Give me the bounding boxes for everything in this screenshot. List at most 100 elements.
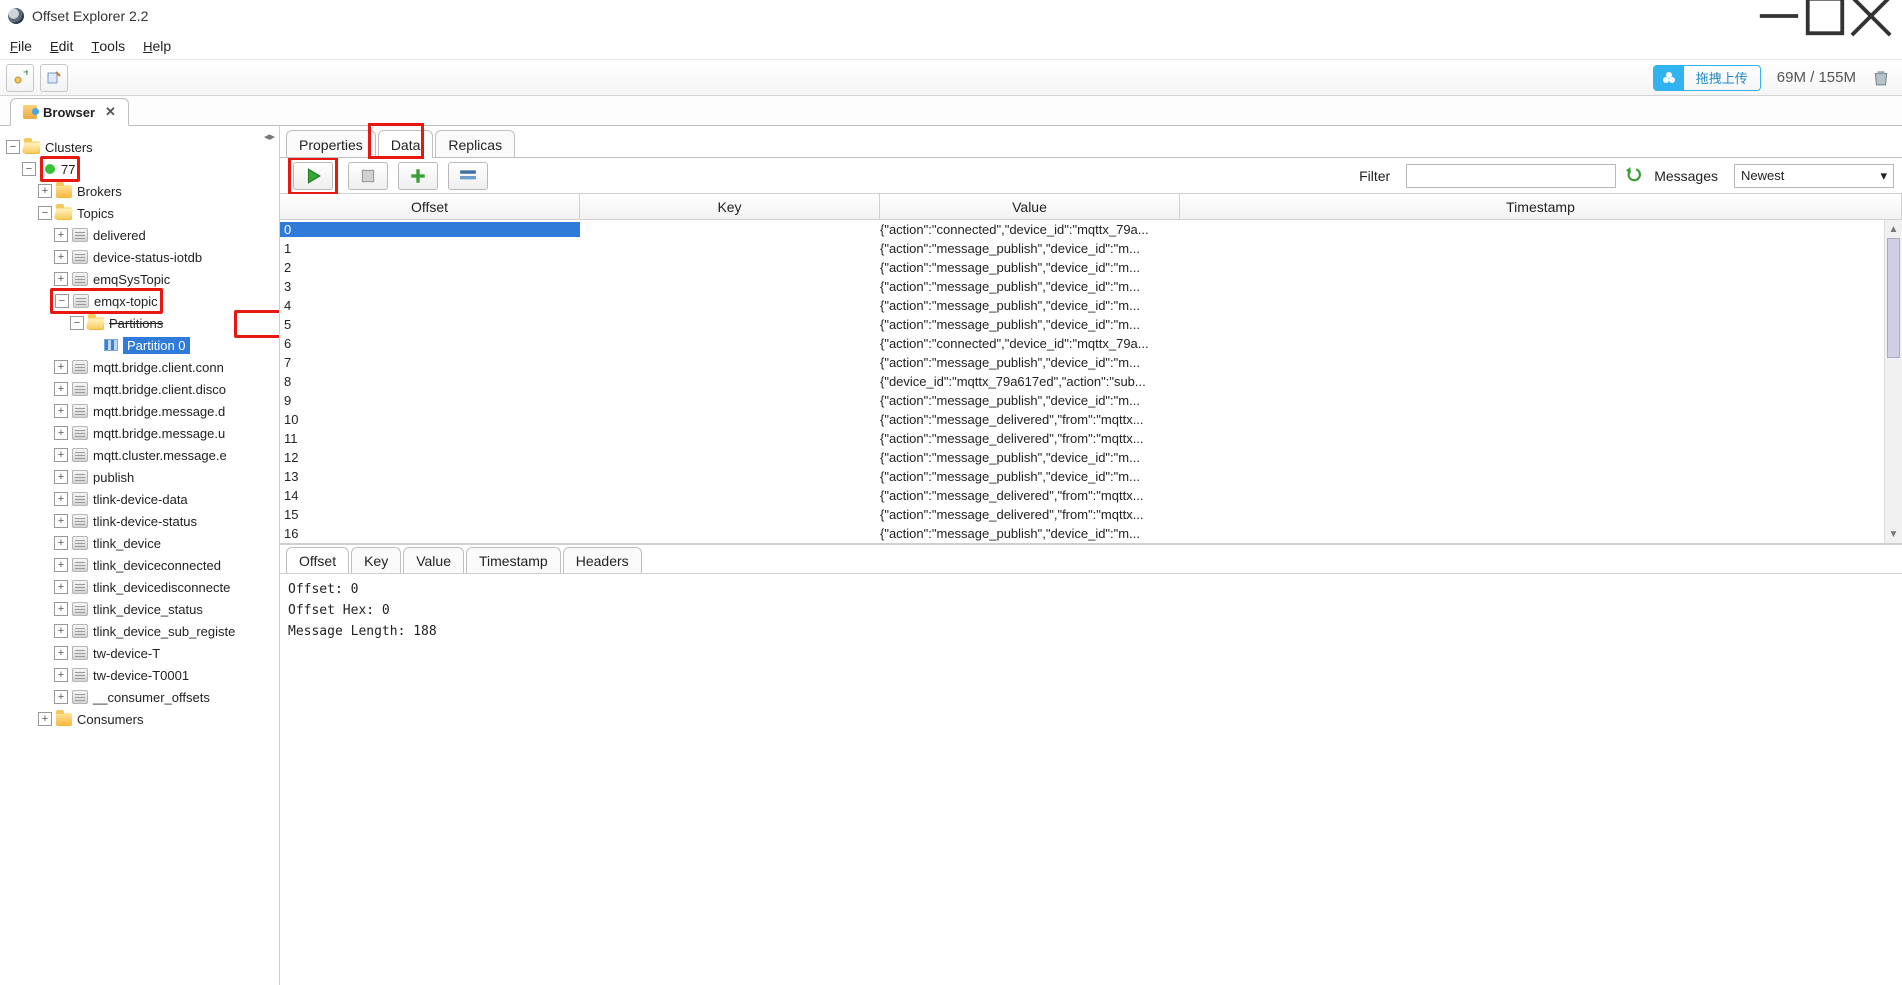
add-cluster-button[interactable]: + [6,64,34,92]
tree-topic[interactable]: +tlink-device-status [54,510,277,532]
close-tab-icon[interactable]: ✕ [105,104,116,120]
upload-button[interactable]: 拖拽上传 [1653,65,1761,91]
menu-help[interactable]: Help [143,38,171,54]
scroll-thumb[interactable] [1887,238,1900,358]
table-row[interactable]: 5{"action":"message_publish","device_id"… [280,315,1902,334]
grid-header: Offset Key Value Timestamp [280,194,1902,220]
menu-edit[interactable]: Edit [50,38,73,54]
table-row[interactable]: 9{"action":"message_publish","device_id"… [280,391,1902,410]
detail-panel: Offset: 0 Offset Hex: 0 Message Length: … [280,574,1902,985]
col-value[interactable]: Value [880,194,1180,219]
scrollbar[interactable]: ▲ ▼ [1884,220,1902,543]
refresh-icon[interactable] [1626,167,1644,185]
table-row[interactable]: 2{"action":"message_publish","device_id"… [280,258,1902,277]
dtab-headers[interactable]: Headers [563,547,642,573]
tree-topic[interactable]: +tlink_device [54,532,277,554]
close-button[interactable] [1848,0,1894,32]
content-tabs: Properties Data Replicas [280,126,1902,158]
run-button[interactable] [293,162,333,190]
maximize-button[interactable] [1802,0,1848,32]
table-row[interactable]: 0{"action":"connected","device_id":"mqtt… [280,220,1902,239]
columns-button[interactable] [448,162,488,190]
tree-topic[interactable]: +delivered [54,224,277,246]
table-row[interactable]: 7{"action":"message_publish","device_id"… [280,353,1902,372]
grid-body[interactable]: 0{"action":"connected","device_id":"mqtt… [280,220,1902,544]
detail-line: Message Length: 188 [288,622,1894,643]
tree-topic[interactable]: +tw-device-T [54,642,277,664]
col-key[interactable]: Key [580,194,880,219]
tree-brokers[interactable]: +Brokers [38,180,277,202]
col-timestamp[interactable]: Timestamp [1180,194,1902,219]
menu-file[interactable]: FFileile [10,38,32,54]
table-row[interactable]: 15{"action":"message_delivered","from":"… [280,505,1902,524]
tree-topic[interactable]: +mqtt.bridge.message.d [54,400,277,422]
tree-topic[interactable]: +tlink_deviceconnected [54,554,277,576]
tree-topic[interactable]: +mqtt.bridge.client.disco [54,378,277,400]
table-row[interactable]: 1{"action":"message_publish","device_id"… [280,239,1902,258]
tab-replicas[interactable]: Replicas [435,130,515,158]
add-button[interactable] [398,162,438,190]
tree-cluster-77[interactable]: −77 [22,158,277,180]
tree-topic[interactable]: +mqtt.bridge.message.u [54,422,277,444]
dtab-value[interactable]: Value [403,547,464,573]
tree-partitions[interactable]: −Partitions [70,312,277,334]
tab-properties[interactable]: Properties [286,130,376,158]
browser-tab-icon [23,105,37,119]
chevron-down-icon: ▾ [1880,168,1887,184]
tree-topic[interactable]: +tlink_device_status [54,598,277,620]
window-title: Offset Explorer 2.2 [32,8,148,24]
tree-topic[interactable]: +tlink_devicedisconnecte [54,576,277,598]
tab-browser[interactable]: Browser ✕ [10,98,129,126]
tree-topic[interactable]: +device-status-iotdb [54,246,277,268]
detail-line: Offset: 0 [288,580,1894,601]
minimize-button[interactable] [1756,0,1802,32]
col-offset[interactable]: Offset [280,194,580,219]
table-row[interactable]: 13{"action":"message_publish","device_id… [280,467,1902,486]
panel-arrows-icon[interactable]: ◂▸ [264,130,275,143]
messages-select[interactable]: Newest▾ [1734,164,1894,188]
tree-panel: ◂▸ −Clusters −77 +Brokers −Topics +deliv… [0,126,280,985]
filter-input[interactable] [1406,164,1616,188]
table-row[interactable]: 6{"action":"connected","device_id":"mqtt… [280,334,1902,353]
menubar: FFileile Edit Tools Help [0,32,1902,60]
scroll-up-icon[interactable]: ▲ [1885,220,1902,238]
table-row[interactable]: 12{"action":"message_publish","device_id… [280,448,1902,467]
tree-topic[interactable]: +publish [54,466,277,488]
stop-button[interactable] [348,162,388,190]
svg-text:+: + [23,70,28,79]
partition-icon [104,339,118,351]
tree-topic[interactable]: +tlink_device_sub_registe [54,620,277,642]
status-dot-icon [45,164,55,174]
dtab-timestamp[interactable]: Timestamp [466,547,561,573]
upload-label: 拖拽上传 [1684,68,1760,87]
edit-button[interactable] [40,64,68,92]
trash-icon[interactable] [1872,69,1890,87]
tree-topic[interactable]: +mqtt.cluster.message.e [54,444,277,466]
table-row[interactable]: 10{"action":"message_delivered","from":"… [280,410,1902,429]
tree-topic[interactable]: +__consumer_offsets [54,686,277,708]
dtab-key[interactable]: Key [351,547,401,573]
tree-topics[interactable]: −Topics [38,202,277,224]
tree-consumers[interactable]: +Consumers [38,708,277,730]
dtab-offset[interactable]: Offset [286,547,349,573]
table-row[interactable]: 3{"action":"message_publish","device_id"… [280,277,1902,296]
tree-topic-emqx[interactable]: −emqx-topic [54,290,277,312]
data-actionbar: Filter Messages Newest▾ [280,158,1902,194]
app-icon [8,8,24,24]
table-row[interactable]: 11{"action":"message_delivered","from":"… [280,429,1902,448]
tree-topic[interactable]: +emqSysTopic [54,268,277,290]
main-toolbar: + 拖拽上传 69M / 155M [0,60,1902,96]
menu-tools[interactable]: Tools [91,38,125,54]
tree-clusters[interactable]: −Clusters [6,136,277,158]
tab-data[interactable]: Data [378,130,434,158]
detail-line: Offset Hex: 0 [288,601,1894,622]
table-row[interactable]: 16{"action":"message_publish","device_id… [280,524,1902,543]
tree-topic[interactable]: +tlink-device-data [54,488,277,510]
table-row[interactable]: 14{"action":"message_delivered","from":"… [280,486,1902,505]
table-row[interactable]: 4{"action":"message_publish","device_id"… [280,296,1902,315]
tree-topic[interactable]: +mqtt.bridge.client.conn [54,356,277,378]
tree-topic[interactable]: +tw-device-T0001 [54,664,277,686]
table-row[interactable]: 8{"device_id":"mqttx_79a617ed","action":… [280,372,1902,391]
detail-tabs: Offset Key Value Timestamp Headers [280,544,1902,574]
scroll-down-icon[interactable]: ▼ [1885,525,1902,543]
